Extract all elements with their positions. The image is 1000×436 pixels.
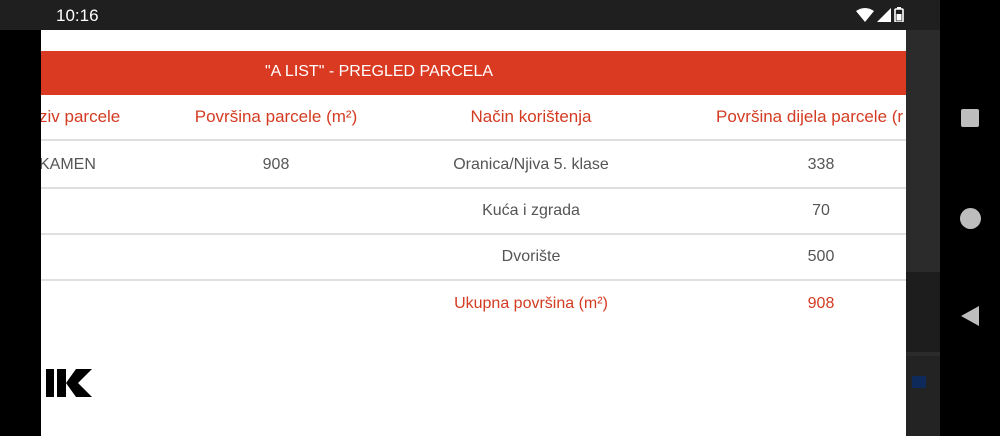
signal-icon [877,7,891,22]
cell-part-area: 500 [807,248,835,265]
parcel-list-sheet: "A LIST" - PREGLED PARCELA ziv parcele P… [41,30,906,436]
column-header-part-area: Površina dijela parcele (r [716,107,904,126]
circle-icon [959,207,981,229]
background-app-block [906,272,940,352]
app-logo-icon[interactable] [46,368,92,398]
table-row: KAMEN 908 Oranica/Njiva 5. klase 338 [41,143,906,189]
wifi-icon [856,7,874,22]
cell-parcel-area [156,189,396,233]
home-button[interactable] [940,198,1000,238]
navigation-bar [940,0,1000,436]
battery-icon [894,7,904,22]
background-app-icon [912,376,926,388]
overview-button[interactable] [940,98,1000,138]
column-header-usage: Način korištenja [470,107,592,126]
total-area-label: Ukupna površina (m²) [454,295,608,312]
cell-parcel-name: KAMEN [41,156,96,173]
table-row: Dvorište 500 [41,235,906,281]
status-time: 10:16 [56,6,99,25]
cell-usage: Dvorište [501,248,561,265]
cell-usage: Oranica/Njiva 5. klase [453,156,609,173]
cell-usage: Kuća i zgrada [482,202,580,219]
table-total-row: Ukupna površina (m²) 908 [41,282,906,328]
column-header-parcel-name: ziv parcele [41,107,121,126]
status-bar: 10:16 [0,0,940,30]
table-row: Kuća i zgrada 70 [41,189,906,235]
back-button[interactable] [940,296,1000,336]
column-header-parcel-area: Površina parcele (m²) [194,107,358,126]
status-icons [856,7,904,22]
table-title-bar: "A LIST" - PREGLED PARCELA [41,51,906,95]
android-screen: 10:16 "A LIST" - PREGLED PARCELA ziv par… [0,0,1000,436]
cell-parcel-area [156,235,396,279]
total-area-value: 908 [807,295,835,312]
back-triangle-icon [961,306,979,326]
square-icon [961,109,979,127]
cell-parcel-area: 908 [262,156,290,173]
background-app-block [906,356,940,436]
cell-part-area: 70 [812,202,830,219]
cell-part-area: 338 [807,156,835,173]
table-header-row: ziv parcele Površina parcele (m²) Način … [41,95,906,141]
table-title: "A LIST" - PREGLED PARCELA [265,63,494,80]
